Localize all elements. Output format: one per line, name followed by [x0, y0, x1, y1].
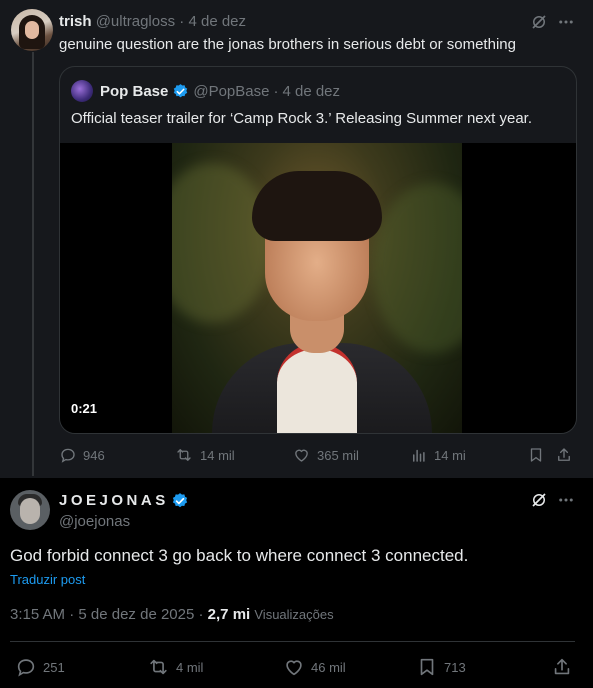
views-button[interactable]: 14 mi — [410, 446, 466, 464]
reply-icon — [15, 656, 37, 678]
tweet-text: God forbid connect 3 go back to where co… — [10, 546, 469, 565]
post-meta: 3:15 AM · 5 de dez de 2025 · 2,7 mi Visu… — [10, 606, 334, 623]
bookmark-count: 713 — [444, 659, 466, 675]
author-name[interactable]: trish — [59, 13, 92, 30]
repost-button[interactable]: 4 mil — [147, 656, 203, 678]
reply-count: 251 — [43, 659, 65, 675]
author-handle[interactable]: @joejonas — [59, 513, 130, 530]
repost-count: 14 mil — [200, 447, 235, 463]
reply-button[interactable]: 946 — [59, 446, 105, 464]
author-handle[interactable]: @ultragloss — [96, 13, 175, 30]
repost-count: 4 mil — [176, 659, 204, 675]
verified-badge-icon — [171, 492, 188, 509]
bookmark-icon — [416, 656, 438, 678]
quote-header: Pop Base @PopBase · 4 de dez — [100, 83, 340, 100]
tweet-text: genuine question are the jonas brothers … — [59, 36, 516, 53]
translate-link[interactable]: Traduzir post — [10, 572, 85, 587]
like-count: 365 mil — [317, 447, 359, 463]
bookmark-icon — [527, 446, 545, 464]
separator: · — [273, 83, 279, 100]
post-date[interactable]: 4 de dez — [188, 13, 246, 30]
bookmark-button[interactable] — [527, 446, 545, 464]
repost-icon — [147, 656, 170, 678]
author-name-row: JOEJONAS — [59, 492, 188, 509]
parent-tweet[interactable]: trish @ultragloss · 4 de dez genuine que… — [0, 0, 593, 478]
repost-button[interactable]: 14 mil — [174, 446, 235, 464]
quote-avatar[interactable] — [71, 80, 93, 102]
like-button[interactable]: 365 mil — [292, 446, 359, 464]
main-tweet: JOEJONAS @joejonas God forbid connect 3 … — [0, 478, 593, 688]
quote-text: Official teaser trailer for ‘Camp Rock 3… — [71, 110, 533, 127]
grok-icon[interactable] — [529, 12, 549, 32]
more-options-icon[interactable] — [555, 490, 577, 510]
like-count: 46 mil — [311, 659, 346, 675]
reply-icon — [59, 446, 77, 464]
quote-author-handle[interactable]: @PopBase — [193, 83, 269, 100]
video-frame — [172, 143, 462, 433]
quote-author-name[interactable]: Pop Base — [100, 83, 168, 100]
reply-count: 946 — [83, 447, 105, 463]
post-time[interactable]: 3:15 AM — [10, 606, 65, 623]
verified-badge-icon — [172, 83, 189, 100]
separator: · — [69, 606, 75, 623]
separator: · — [179, 13, 185, 30]
author-name[interactable]: JOEJONAS — [59, 492, 169, 509]
grok-icon[interactable] — [529, 490, 549, 510]
heart-icon — [283, 656, 305, 678]
video-player[interactable]: 0:21 — [60, 143, 576, 433]
thread-line — [32, 52, 34, 476]
quote-date[interactable]: 4 de dez — [282, 83, 340, 100]
reply-button[interactable]: 251 — [15, 656, 65, 678]
avatar[interactable] — [10, 490, 50, 530]
views-label: Visualizações — [254, 607, 334, 622]
video-duration: 0:21 — [71, 401, 98, 416]
separator: · — [198, 606, 204, 623]
tweet-header: trish @ultragloss · 4 de dez — [59, 13, 246, 30]
heart-icon — [292, 446, 311, 464]
views-count: 14 mi — [434, 447, 466, 463]
views-count: 2,7 mi — [207, 606, 251, 623]
analytics-icon — [410, 446, 428, 464]
bookmark-button[interactable]: 713 — [416, 656, 466, 678]
like-button[interactable]: 46 mil — [283, 656, 346, 678]
share-icon — [555, 446, 573, 464]
share-icon — [551, 656, 573, 678]
share-button[interactable] — [555, 446, 573, 464]
repost-icon — [174, 446, 194, 464]
quoted-tweet[interactable]: Pop Base @PopBase · 4 de dez Official te… — [59, 66, 577, 434]
divider — [10, 641, 575, 642]
share-button[interactable] — [551, 656, 573, 678]
more-options-icon[interactable] — [555, 12, 577, 32]
post-date[interactable]: 5 de dez de 2025 — [78, 606, 194, 623]
avatar[interactable] — [11, 9, 53, 51]
